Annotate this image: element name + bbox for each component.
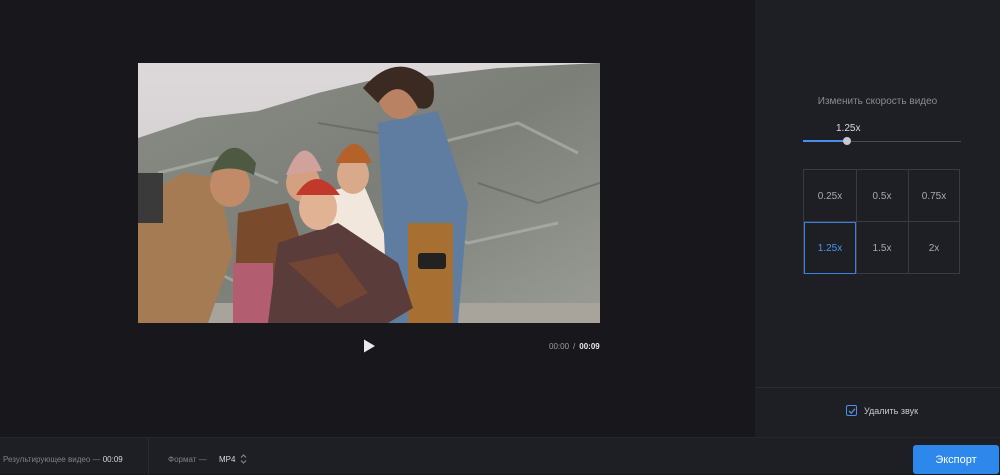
speed-option[interactable]: 0.25x [804,170,856,222]
speed-options-grid: 0.25x 0.5x 0.75x 1.25x 1.5x 2x [803,169,960,274]
speed-option[interactable]: 1.25x [804,222,856,274]
speed-slider-fill [803,140,848,142]
speed-option[interactable]: 2x [908,222,960,274]
current-time: 00:00 [549,342,570,351]
speed-option[interactable]: 0.5x [856,170,908,222]
video-thumbnail-image [138,63,600,323]
play-icon [364,339,375,353]
speed-option[interactable]: 1.5x [856,222,908,274]
time-separator: / [573,342,576,351]
footer-divider [148,438,149,475]
result-video-label: Результирующее видео — [3,455,101,464]
result-video-info: Результирующее видео — 00:09 [3,455,123,464]
mute-audio-checkbox[interactable] [846,405,857,416]
panel-divider [755,387,1000,388]
format-label: Формат — [168,455,207,464]
format-select[interactable]: MP4 [219,455,235,464]
result-video-duration: 00:09 [102,455,123,464]
speed-option[interactable]: 0.75x [908,170,960,222]
timecode: 00:00/00:09 [549,342,600,351]
video-frame[interactable] [138,63,600,323]
check-icon [848,407,855,414]
export-button[interactable]: Экспорт [913,445,999,474]
play-button[interactable] [361,338,377,354]
total-time: 00:09 [579,342,600,351]
up-down-arrows-icon [240,454,247,464]
mute-audio-label: Удалить звук [864,405,919,416]
speed-title: Изменить скорость видео [817,96,938,107]
format-select-toggle[interactable] [240,452,247,464]
video-preview-area: 00:00/00:09 [0,0,755,437]
speed-slider-value: 1.25x [836,123,861,134]
mute-audio-row[interactable]: Удалить звук [846,405,918,416]
footer-bar: Результирующее видео — 00:09 Формат — MP… [0,437,1000,475]
